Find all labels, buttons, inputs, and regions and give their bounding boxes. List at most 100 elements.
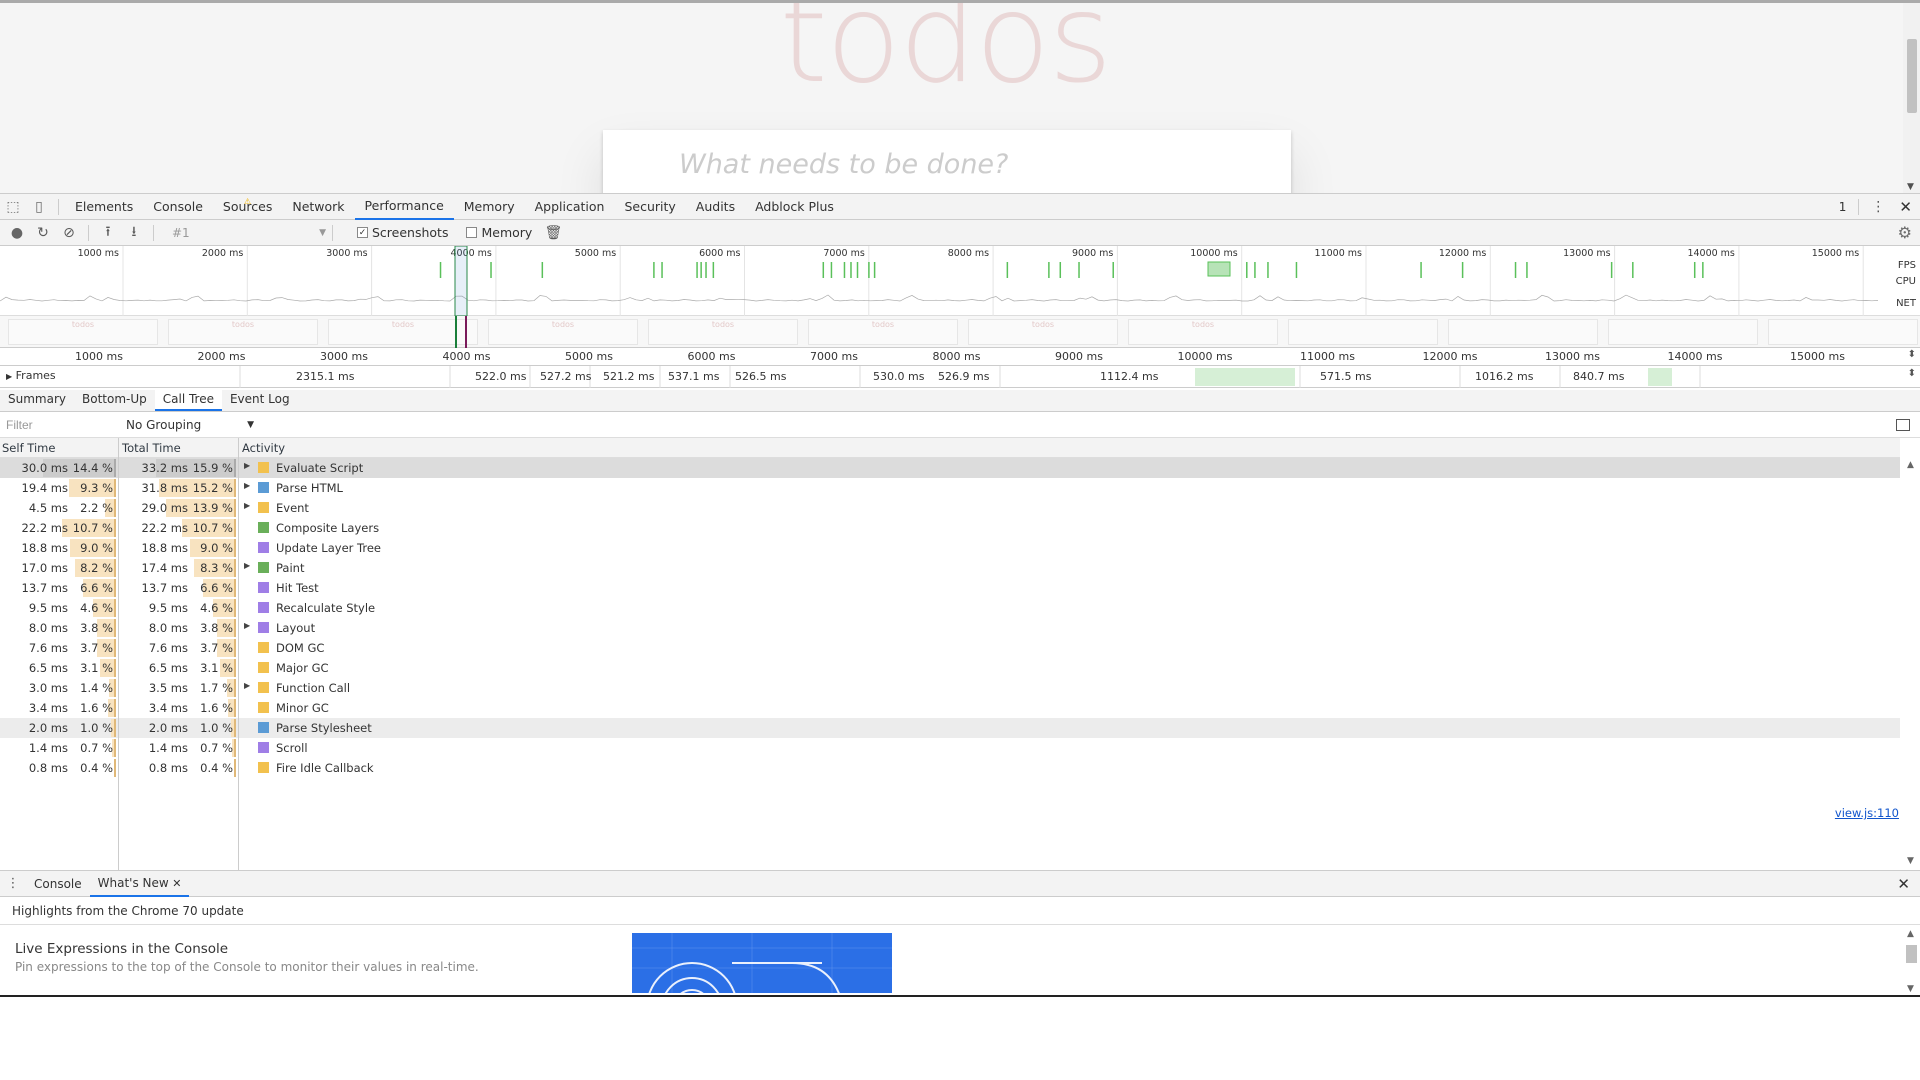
expand-triangle-icon[interactable]: ▶ <box>244 561 250 570</box>
filter-input[interactable] <box>0 413 120 436</box>
table-row[interactable]: 13.7 ms 6.6 % 13.7 ms 6.6 % Hit Test <box>0 578 1900 598</box>
more-options-icon[interactable]: ⋮ <box>1871 199 1885 215</box>
expand-triangle-icon[interactable]: ▶ <box>244 481 250 490</box>
table-row[interactable]: 3.0 ms 1.4 % 3.5 ms 1.7 % ▶ Function Call <box>0 678 1900 698</box>
feature-illustration[interactable] <box>632 933 892 993</box>
settings-gear-icon[interactable]: ⚙ <box>1898 223 1912 242</box>
frame-duration[interactable]: 1112.4 ms <box>1100 370 1158 383</box>
screenshot-thumb[interactable] <box>1768 319 1918 345</box>
column-divider[interactable] <box>118 438 119 870</box>
screenshot-thumb[interactable] <box>1448 319 1598 345</box>
frame-duration[interactable]: 526.9 ms <box>938 370 989 383</box>
close-drawer-icon[interactable]: ✕ <box>1897 875 1910 893</box>
frame-duration[interactable]: 522.0 ms <box>475 370 526 383</box>
table-row[interactable]: 22.2 ms 10.7 % 22.2 ms 10.7 % Composite Laye… <box>0 518 1900 538</box>
feature-title[interactable]: Live Expressions in the Console <box>15 941 228 957</box>
screenshots-checkbox[interactable]: ✓ Screenshots <box>357 225 448 240</box>
expand-triangle-icon[interactable]: ▶ <box>244 621 250 630</box>
scroll-up-arrow-icon[interactable]: ▲ <box>1907 460 1914 470</box>
scroll-down-arrow-icon[interactable]: ▼ <box>1907 182 1914 192</box>
table-row[interactable]: 19.4 ms 9.3 % 31.8 ms 15.2 % ▶ Parse HTML <box>0 478 1900 498</box>
screenshot-thumb[interactable]: todos <box>968 319 1118 345</box>
total-time-header[interactable]: Total Time <box>122 441 181 455</box>
drawer-scrollbar[interactable]: ▲ ▼ <box>1903 925 1920 998</box>
clear-icon[interactable]: ⊘ <box>56 225 82 241</box>
frame-duration[interactable]: 840.7 ms <box>1573 370 1624 383</box>
close-tab-icon[interactable]: ✕ <box>169 877 181 890</box>
frame-bar[interactable] <box>1215 368 1295 386</box>
frames-track[interactable]: ▶ Frames ⬍ 2315.1 ms 522.0 ms 527.2 ms 521.… <box>0 366 1920 388</box>
expand-triangle-icon[interactable]: ▶ <box>244 461 250 470</box>
toggle-sidebar-icon[interactable] <box>1896 418 1910 431</box>
profile-select[interactable]: #1 ▼ <box>166 223 326 243</box>
axis-scroll-icon[interactable]: ⬍ <box>1908 349 1916 360</box>
warning-counter[interactable]: ⚠ 1 <box>244 197 1846 214</box>
record-icon[interactable]: ● <box>4 225 30 241</box>
page-scrollbar[interactable]: ▼ <box>1903 3 1920 193</box>
inspect-element-icon[interactable]: ⬚ <box>0 194 26 220</box>
tab-audits[interactable]: Audits <box>686 194 745 220</box>
tab-security[interactable]: Security <box>614 194 685 220</box>
tab-adblock-plus[interactable]: Adblock Plus <box>745 194 844 220</box>
selection-window[interactable] <box>454 246 468 316</box>
screenshot-strip[interactable]: todos todos todos todos todos todos todos todos <box>0 316 1920 348</box>
frame-bar[interactable] <box>1648 368 1672 386</box>
drawer-tab-what-s-new[interactable]: What's New ✕ <box>89 871 190 897</box>
tab-console[interactable]: Console <box>143 194 213 220</box>
subtab-event-log[interactable]: Event Log <box>222 389 298 411</box>
frames-scroll-icon[interactable]: ⬍ <box>1908 368 1916 379</box>
screenshot-thumb[interactable]: todos <box>168 319 318 345</box>
scroll-up-arrow-icon[interactable]: ▲ <box>1907 929 1914 939</box>
new-todo-input[interactable] <box>603 130 1291 193</box>
screenshot-thumb[interactable] <box>1608 319 1758 345</box>
load-profile-icon[interactable]: ⭱ <box>95 221 121 245</box>
drawer-tab-console[interactable]: Console <box>26 871 90 897</box>
subtab-call-tree[interactable]: Call Tree <box>154 389 222 411</box>
table-row[interactable]: 30.0 ms 14.4 % 33.2 ms 15.9 % ▶ Evaluate Scri… <box>0 458 1900 478</box>
tab-memory[interactable]: Memory <box>454 194 525 220</box>
source-link[interactable]: view.js:110 <box>1835 806 1899 820</box>
frame-duration[interactable]: 526.5 ms <box>735 370 786 383</box>
timeline-overview[interactable]: 1000 ms 2000 ms 3000 ms 4000 ms 5000 ms 6000 … <box>0 246 1920 316</box>
close-devtools-icon[interactable]: ✕ <box>1899 198 1912 216</box>
tab-network[interactable]: Network <box>282 194 354 220</box>
self-time-header[interactable]: Self Time <box>2 441 55 455</box>
selection-marker[interactable] <box>455 316 467 348</box>
memory-checkbox[interactable]: Memory <box>466 225 532 240</box>
table-row[interactable]: 2.0 ms 1.0 % 2.0 ms 1.0 % Parse Stylesheet <box>0 718 1900 738</box>
grouping-select[interactable]: No Grouping ▼ <box>126 414 254 436</box>
frame-duration[interactable]: 521.2 ms <box>603 370 654 383</box>
frame-duration[interactable]: 537.1 ms <box>668 370 719 383</box>
screenshot-thumb[interactable]: todos <box>648 319 798 345</box>
expand-triangle-icon[interactable]: ▶ <box>244 501 250 510</box>
device-toolbar-icon[interactable]: ▯ <box>26 194 52 220</box>
tab-elements[interactable]: Elements <box>65 194 143 220</box>
table-row[interactable]: 4.5 ms 2.2 % 29.0 ms 13.9 % ▶ Event <box>0 498 1900 518</box>
frame-duration[interactable]: 527.2 ms <box>540 370 591 383</box>
subtab-bottom-up[interactable]: Bottom-Up <box>74 389 155 411</box>
tab-performance[interactable]: Performance <box>354 193 454 220</box>
screenshot-thumb[interactable]: todos <box>488 319 638 345</box>
table-row[interactable]: 9.5 ms 4.6 % 9.5 ms 4.6 % Recalculate Style <box>0 598 1900 618</box>
scroll-down-arrow-icon[interactable]: ▼ <box>1907 856 1914 866</box>
screenshot-thumb[interactable]: todos <box>808 319 958 345</box>
frame-duration[interactable]: 571.5 ms <box>1320 370 1371 383</box>
expand-triangle-icon[interactable]: ▶ <box>244 681 250 690</box>
activity-header[interactable]: Activity <box>242 441 285 455</box>
table-row[interactable]: 7.6 ms 3.7 % 7.6 ms 3.7 % DOM GC <box>0 638 1900 658</box>
table-scrollbar[interactable]: ▲ ▼ <box>1903 438 1920 870</box>
subtab-summary[interactable]: Summary <box>0 389 74 411</box>
column-divider[interactable] <box>238 438 239 870</box>
collect-garbage-icon[interactable]: 🗑 <box>540 225 566 241</box>
frame-duration[interactable]: 530.0 ms <box>873 370 924 383</box>
screenshot-thumb[interactable]: todos <box>1128 319 1278 345</box>
tab-application[interactable]: Application <box>525 194 615 220</box>
frame-duration[interactable]: 2315.1 ms <box>296 370 354 383</box>
frame-duration[interactable]: 1016.2 ms <box>1475 370 1533 383</box>
drawer-scroll-thumb[interactable] <box>1906 945 1917 963</box>
reload-record-icon[interactable]: ↻ <box>30 225 56 241</box>
table-row[interactable]: 6.5 ms 3.1 % 6.5 ms 3.1 % Major GC <box>0 658 1900 678</box>
table-row[interactable]: 18.8 ms 9.0 % 18.8 ms 9.0 % Update Layer Tre… <box>0 538 1900 558</box>
scroll-down-arrow-icon[interactable]: ▼ <box>1907 984 1914 994</box>
table-row[interactable]: 3.4 ms 1.6 % 3.4 ms 1.6 % Minor GC <box>0 698 1900 718</box>
